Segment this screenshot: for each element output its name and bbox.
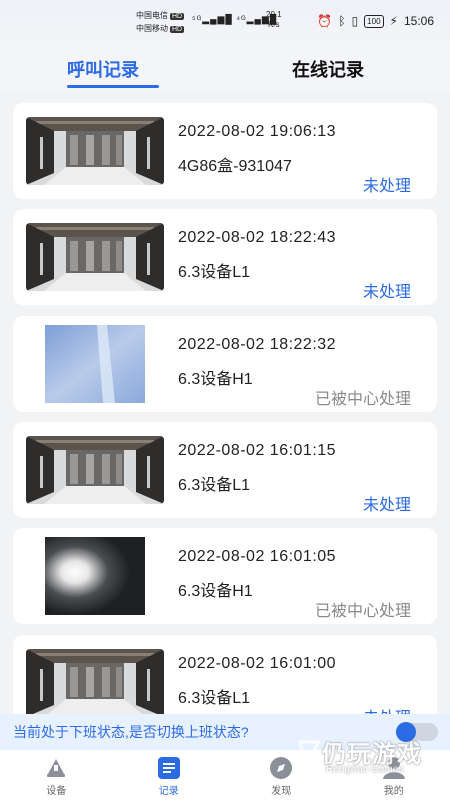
record-time: 2022-08-02 18:22:43: [178, 229, 337, 246]
tab-online-records[interactable]: 在线记录: [292, 56, 364, 82]
record-device: 6.3设备H1: [178, 583, 253, 600]
record-thumbnail[interactable]: [45, 325, 145, 403]
work-status-toggle[interactable]: [396, 722, 438, 742]
record-status: 未处理: [362, 284, 411, 301]
record-device: 6.3设备H1: [178, 371, 253, 388]
record-status: 已被中心处理: [314, 603, 411, 620]
record-thumbnail[interactable]: [26, 117, 164, 185]
discover-icon: [268, 756, 294, 780]
work-status-text: 当前处于下班状态,是否切换上班状态?: [13, 724, 249, 740]
status-right: ⏰ ᛒ ▯ 100 ⚡ 15:06: [317, 14, 434, 28]
record-device: 6.3设备L1: [178, 690, 251, 707]
toggle-knob: [396, 722, 416, 742]
net-speed-unit: K/s: [268, 20, 280, 29]
bluetooth-icon: ᛒ: [338, 14, 346, 28]
record-time: 2022-08-02 16:01:05: [178, 548, 337, 565]
nav-discover-label: 发现: [271, 786, 292, 797]
bottom-nav: 设备 记录 发现 我的: [0, 750, 450, 800]
record-thumbnail[interactable]: [45, 537, 145, 615]
active-tab-indicator: [67, 85, 159, 88]
record-card[interactable]: 2022-08-02 19:06:13 4G86盒-931047 未处理: [13, 103, 437, 199]
carrier-info: 中国电信 HD 中国移动 HD: [136, 10, 185, 36]
record-device: 6.3设备L1: [178, 477, 251, 494]
net-speed: 20.1 K/s: [266, 10, 282, 30]
nav-discover[interactable]: 发现: [225, 750, 338, 800]
hd-badge: HD: [170, 13, 185, 20]
clock: 15:06: [403, 14, 434, 28]
record-icon: [156, 756, 182, 780]
record-thumbnail[interactable]: [26, 436, 164, 504]
nav-profile-label: 我的: [383, 786, 404, 797]
nav-record-label: 记录: [158, 786, 179, 797]
device-icon: [43, 756, 69, 780]
record-card[interactable]: 2022-08-02 18:22:32 6.3设备H1 已被中心处理: [13, 316, 437, 412]
signal-icon: ⁵ᴳ▂▄▆█ ⁴ᴳ▂▄▆█: [192, 14, 278, 24]
record-card[interactable]: 2022-08-02 18:22:43 6.3设备L1 未处理: [13, 209, 437, 305]
record-time: 2022-08-02 18:22:32: [178, 336, 337, 353]
nav-device-label: 设备: [46, 786, 67, 797]
charging-icon: ⚡: [389, 14, 398, 28]
record-time: 2022-08-02 16:01:15: [178, 442, 337, 459]
tab-bar: 呼叫记录 在线记录: [0, 44, 450, 92]
nav-record[interactable]: 记录: [113, 750, 226, 800]
record-thumbnail[interactable]: [26, 223, 164, 291]
work-status-banner: 当前处于下班状态,是否切换上班状态?: [0, 714, 450, 750]
record-card[interactable]: 2022-08-02 16:01:05 6.3设备H1 已被中心处理: [13, 528, 437, 624]
record-device: 4G86盒-931047: [178, 158, 292, 175]
tab-call-records[interactable]: 呼叫记录: [67, 56, 139, 82]
carrier-1: 中国电信: [136, 11, 168, 20]
alarm-icon: ⏰: [317, 14, 333, 28]
net-speed-value: 20.1: [266, 10, 282, 19]
profile-icon: [381, 756, 407, 780]
record-time: 2022-08-02 16:01:00: [178, 655, 337, 672]
record-status: 未处理: [362, 497, 411, 514]
record-status: 已被中心处理: [314, 391, 411, 408]
vibrate-icon: ▯: [351, 14, 359, 28]
record-thumbnail[interactable]: [26, 649, 164, 717]
record-device: 6.3设备L1: [178, 264, 251, 281]
status-bar: 中国电信 HD 中国移动 HD ⁵ᴳ▂▄▆█ ⁴ᴳ▂▄▆█ 20.1 K/s ⏰ ᛒ…: [0, 0, 450, 44]
record-time: 2022-08-02 19:06:13: [178, 123, 337, 140]
record-status: 未处理: [362, 178, 411, 195]
nav-device[interactable]: 设备: [0, 750, 113, 800]
nav-profile[interactable]: 我的: [338, 750, 450, 800]
hd-badge: HD: [170, 26, 185, 33]
carrier-2: 中国移动: [136, 24, 168, 33]
battery-icon: 100: [364, 14, 384, 28]
record-card[interactable]: 2022-08-02 16:01:15 6.3设备L1 未处理: [13, 422, 437, 518]
